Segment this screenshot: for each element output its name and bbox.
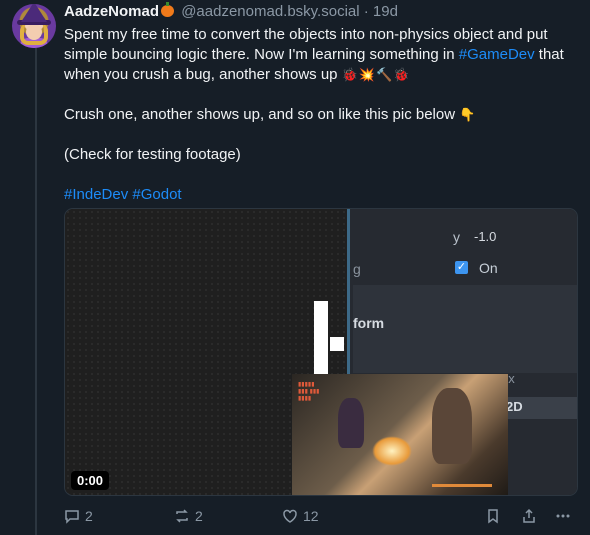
checkbox-icon: ✓ xyxy=(455,261,468,274)
video-g-text: g xyxy=(353,261,361,277)
repost-count: 2 xyxy=(195,508,203,524)
post-text-line3: (Check for testing footage) xyxy=(64,146,241,163)
video-y-label: y xyxy=(453,229,460,245)
game-footage-thumbnail: ▮▮▮▮▮ ▮▮▮ ▮▮▮ ▮▮▮▮ xyxy=(292,374,508,495)
repost-button[interactable]: 2 xyxy=(174,508,203,524)
video-2d-label: 2D xyxy=(506,399,523,414)
video-on-label: On xyxy=(479,260,498,276)
post-text-line2: Crush one, another shows up, and so on l… xyxy=(64,106,456,123)
hashtag-gamedev[interactable]: #GameDev xyxy=(459,46,535,63)
point-down-emoji: 👇 xyxy=(459,107,477,122)
video-form-label: form xyxy=(353,315,385,331)
author-name[interactable]: AadzeNomad xyxy=(64,3,159,20)
post-time[interactable]: 19d xyxy=(373,3,398,20)
avatar-face xyxy=(26,24,42,40)
thread-line xyxy=(35,48,37,535)
heart-icon xyxy=(283,509,297,523)
video-timestamp: 0:00 xyxy=(71,471,110,490)
video-panel-row xyxy=(353,285,577,373)
reply-button[interactable]: 2 xyxy=(64,508,93,524)
bug-crush-emojis: 🐞💥🔨🐞 xyxy=(341,67,411,82)
reply-count: 2 xyxy=(85,508,93,524)
video-player[interactable]: y -1.0 g ✓ On form ox 2D ▮▮▮▮▮▮▮▮ ▮▮▮▮▮▮… xyxy=(64,208,578,496)
video-white-block-small xyxy=(330,337,344,351)
game-health-bar xyxy=(432,484,492,487)
share-button[interactable] xyxy=(521,508,537,524)
post-hashtags[interactable]: #IndeDev #Godot xyxy=(64,185,574,205)
share-icon xyxy=(523,508,535,523)
post-paragraph-2: Crush one, another shows up, and so on l… xyxy=(64,105,574,125)
bookmark-icon xyxy=(488,509,498,524)
more-icon xyxy=(556,514,570,518)
post-paragraph-1: Spent my free time to convert the object… xyxy=(64,25,574,85)
post-actions: 2 2 12 xyxy=(64,508,578,528)
more-options-button[interactable] xyxy=(555,508,571,524)
game-hud: ▮▮▮▮▮ ▮▮▮ ▮▮▮ ▮▮▮▮ xyxy=(298,382,320,402)
avatar-hat xyxy=(21,4,47,22)
video-y-value: -1.0 xyxy=(474,229,497,244)
repost-icon xyxy=(176,509,188,523)
bookmark-button[interactable] xyxy=(485,508,501,524)
like-count: 12 xyxy=(303,508,319,524)
pumpkin-icon xyxy=(161,2,175,17)
game-character xyxy=(338,398,364,448)
video-white-block xyxy=(314,301,328,377)
author-handle[interactable]: @aadzenomad.bsky.social xyxy=(181,3,359,20)
like-button[interactable]: 12 xyxy=(282,508,319,524)
separator-dot: · xyxy=(363,3,369,20)
post-header: AadzeNomad @aadzenomad.bsky.social · 19d xyxy=(64,2,398,21)
game-explosion xyxy=(372,436,412,466)
reply-icon xyxy=(65,510,79,524)
post-body: Spent my free time to convert the object… xyxy=(64,25,574,205)
avatar[interactable] xyxy=(12,4,56,48)
game-enemy xyxy=(432,388,472,464)
